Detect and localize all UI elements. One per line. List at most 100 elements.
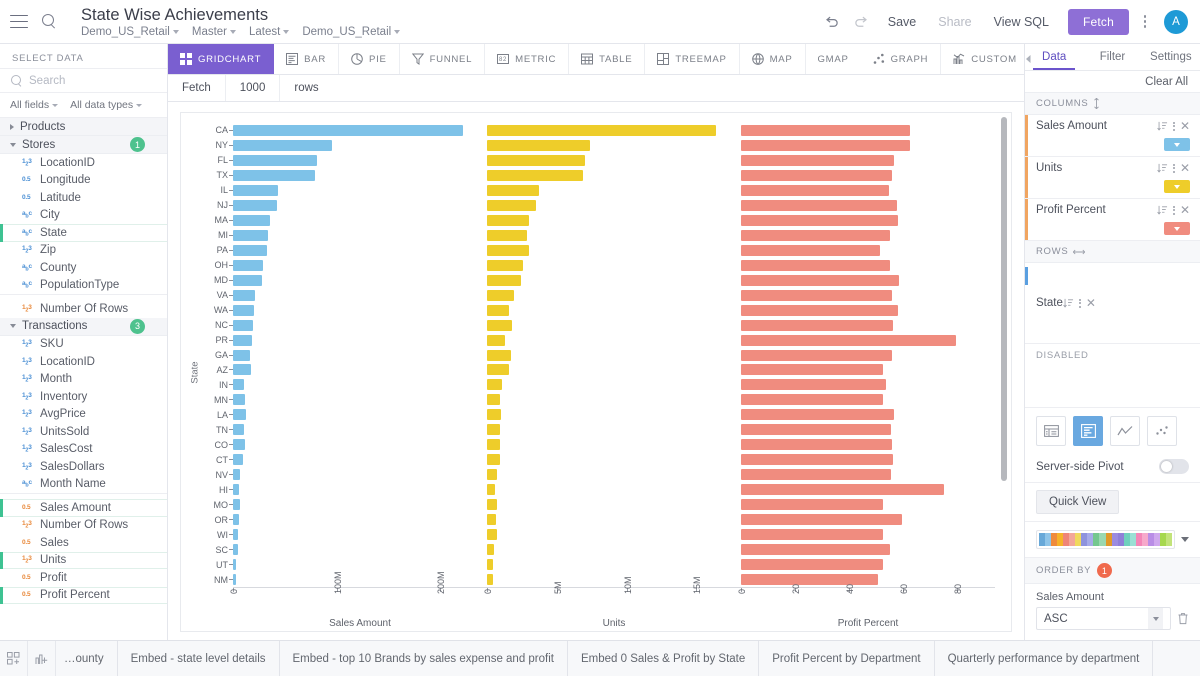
field-item[interactable]: 123SKU — [0, 336, 167, 354]
grid-view-icon[interactable] — [0, 641, 28, 676]
bar[interactable] — [741, 529, 883, 540]
color-palette-swatch[interactable] — [1036, 530, 1175, 549]
columns-list[interactable]: Sales Amount✕Units✕Profit Percent✕ — [1025, 115, 1200, 241]
viz-type-table[interactable] — [1036, 416, 1066, 446]
bar[interactable] — [233, 170, 315, 181]
bar[interactable] — [233, 275, 262, 286]
bar[interactable] — [741, 200, 897, 211]
field-item[interactable]: 123Inventory — [0, 388, 167, 406]
search-icon[interactable] — [42, 14, 57, 29]
bar[interactable] — [741, 350, 892, 361]
quick-view-button[interactable]: Quick View — [1036, 490, 1119, 514]
bar[interactable] — [233, 514, 239, 525]
bottom-tab[interactable]: Quarterly performance by department — [935, 641, 1154, 676]
bar[interactable] — [741, 290, 892, 301]
chart-tab-pie[interactable]: PIE — [339, 44, 400, 74]
field-item[interactable]: 0.5Longitude — [0, 172, 167, 190]
add-chart-icon[interactable] — [28, 641, 56, 676]
viz-type-bar[interactable] — [1073, 416, 1103, 446]
bar[interactable] — [487, 544, 494, 555]
bar[interactable] — [487, 155, 585, 166]
field-item[interactable]: 0.5Sales Amount — [0, 499, 167, 517]
bar[interactable] — [233, 484, 239, 495]
delete-order-by-icon[interactable] — [1177, 612, 1189, 625]
bar[interactable] — [487, 529, 497, 540]
bar[interactable] — [487, 230, 527, 241]
bar[interactable] — [233, 290, 255, 301]
bar[interactable] — [233, 439, 245, 450]
bar[interactable] — [487, 260, 523, 271]
field-item[interactable]: 123LocationID — [0, 353, 167, 371]
field-tree[interactable]: ProductsStores1123LocationID0.5Longitude… — [0, 118, 167, 640]
bar[interactable] — [233, 215, 270, 226]
bar[interactable] — [741, 574, 878, 585]
bar[interactable] — [233, 379, 244, 390]
bar[interactable] — [487, 484, 495, 495]
bar[interactable] — [741, 364, 883, 375]
tab-data[interactable]: Data — [1025, 44, 1083, 70]
bar[interactable] — [741, 305, 898, 316]
redo-icon[interactable] — [847, 7, 877, 37]
column-color-button[interactable] — [1164, 222, 1190, 235]
bar[interactable] — [233, 320, 253, 331]
bottom-tab[interactable]: Profit Percent by Department — [759, 641, 934, 676]
bar[interactable] — [741, 185, 889, 196]
bar[interactable] — [487, 215, 529, 226]
resize-horizontal-icon[interactable] — [1073, 248, 1085, 256]
bar[interactable] — [233, 335, 252, 346]
bar[interactable] — [741, 275, 899, 286]
bar[interactable] — [741, 559, 883, 570]
bar[interactable] — [233, 125, 463, 136]
bar[interactable] — [487, 514, 496, 525]
field-item[interactable]: abcCity — [0, 207, 167, 225]
tab-filter[interactable]: Filter — [1083, 44, 1141, 70]
column-chip[interactable]: Profit Percent✕ — [1025, 199, 1200, 241]
bar[interactable] — [487, 290, 514, 301]
chart-tab-treemap[interactable]: TREEMAP — [645, 44, 739, 74]
bar[interactable] — [233, 529, 238, 540]
bar[interactable] — [741, 394, 883, 405]
bar[interactable] — [741, 409, 894, 420]
field-item[interactable]: abcState — [0, 224, 167, 242]
bar[interactable] — [741, 140, 910, 151]
bar[interactable] — [741, 484, 944, 495]
bar[interactable] — [233, 260, 263, 271]
bar[interactable] — [233, 559, 236, 570]
server-side-pivot-toggle[interactable] — [1159, 459, 1189, 474]
bar[interactable] — [741, 155, 894, 166]
rows-count-input[interactable]: 1000 — [226, 75, 281, 101]
bar[interactable] — [487, 140, 590, 151]
share-button[interactable]: Share — [927, 15, 982, 29]
breadcrumb-item-1[interactable]: Master — [192, 26, 236, 38]
bar[interactable] — [487, 364, 509, 375]
sort-icon[interactable] — [1157, 121, 1168, 131]
bar[interactable] — [487, 469, 497, 480]
bar[interactable] — [233, 185, 278, 196]
remove-column-icon[interactable]: ✕ — [1180, 163, 1190, 173]
bar[interactable] — [487, 424, 500, 435]
bar[interactable] — [233, 499, 240, 510]
chart-vertical-scrollbar[interactable] — [1001, 117, 1007, 481]
field-group-stores[interactable]: Stores1 — [0, 136, 167, 154]
bottom-tab[interactable]: Embed - top 10 Brands by sales expense a… — [280, 641, 568, 676]
bar[interactable] — [741, 379, 886, 390]
field-item[interactable]: 123SalesDollars — [0, 458, 167, 476]
chart-tab-gmap[interactable]: GMAP — [806, 44, 861, 74]
remove-column-icon[interactable]: ✕ — [1180, 205, 1190, 215]
bar[interactable] — [487, 320, 512, 331]
bar[interactable] — [741, 544, 890, 555]
chart-tab-custom[interactable]: CUSTOM — [941, 44, 1030, 74]
column-color-button[interactable] — [1164, 180, 1190, 193]
breadcrumb-item-2[interactable]: Latest — [249, 26, 289, 38]
column-color-button[interactable] — [1164, 138, 1190, 151]
view-sql-button[interactable]: View SQL — [983, 15, 1060, 29]
bar[interactable] — [233, 409, 246, 420]
menu-icon[interactable] — [10, 15, 28, 29]
field-item[interactable]: 123AvgPrice — [0, 406, 167, 424]
field-item[interactable]: 123UnitsSold — [0, 423, 167, 441]
bar[interactable] — [233, 469, 240, 480]
config-tabs[interactable]: Data Filter Settings — [1025, 44, 1200, 71]
column-chip-menu-icon[interactable] — [1173, 122, 1175, 131]
sort-icon[interactable] — [1157, 205, 1168, 215]
viz-type-buttons[interactable] — [1025, 407, 1200, 455]
